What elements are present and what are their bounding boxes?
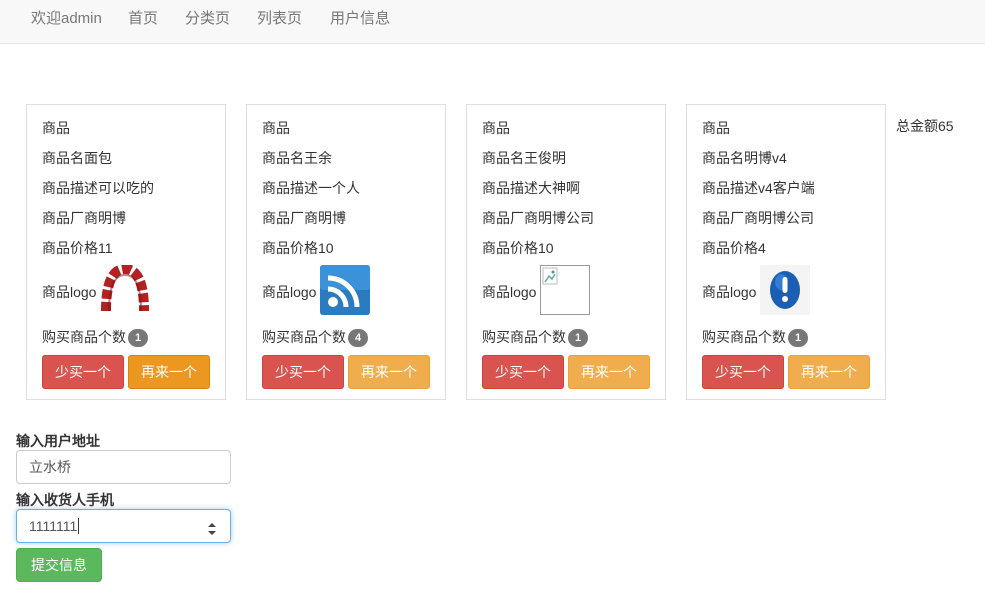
product-maker: 商品厂商明博	[262, 210, 346, 226]
purchase-count-badge: 1	[788, 329, 808, 347]
product-header: 商品	[702, 120, 730, 136]
buy-more-button[interactable]: 再来一个	[348, 355, 430, 389]
purchase-count-label: 购买商品个数	[702, 329, 786, 345]
product-header: 商品	[262, 120, 290, 136]
redmine-arch-icon	[100, 263, 150, 315]
phone-label: 输入收货人手机	[16, 492, 114, 508]
product-name: 商品名王余	[262, 150, 332, 166]
nav-list[interactable]: 列表页	[257, 0, 302, 38]
purchase-count-row: 购买商品个数 1	[482, 327, 588, 347]
number-spinner[interactable]	[206, 517, 218, 535]
purchase-count-badge: 1	[568, 329, 588, 347]
buy-less-button[interactable]: 少买一个	[42, 355, 124, 389]
address-input-value: 立水桥	[29, 459, 71, 475]
purchase-count-row: 购买商品个数 1	[42, 327, 148, 347]
buy-less-button[interactable]: 少买一个	[262, 355, 344, 389]
product-price: 商品价格4	[702, 240, 766, 256]
text-caret	[78, 518, 80, 534]
submit-button[interactable]: 提交信息	[16, 548, 102, 582]
purchase-count-label: 购买商品个数	[42, 329, 126, 345]
product-price: 商品价格11	[42, 240, 113, 256]
product-name: 商品名面包	[42, 150, 112, 166]
nav-welcome-admin[interactable]: 欢迎admin	[31, 0, 102, 38]
phone-input[interactable]: 1111111	[16, 509, 231, 543]
nav-user-info[interactable]: 用户信息	[330, 0, 390, 38]
product-name: 商品名王俊明	[482, 150, 566, 166]
nav-category[interactable]: 分类页	[185, 0, 230, 38]
product-card: 商品 商品名王俊明 商品描述大神啊 商品厂商明博公司 商品价格10 商品logo…	[466, 104, 666, 400]
product-card: 商品 商品名明博v4 商品描述v4客户端 商品厂商明博公司 商品价格4 商品lo…	[686, 104, 886, 400]
product-maker: 商品厂商明博公司	[482, 210, 594, 226]
rss-feed-icon	[320, 265, 370, 315]
product-logo-label: 商品logo	[482, 284, 537, 300]
product-description: 商品描述大神啊	[482, 180, 580, 196]
purchase-count-badge: 1	[128, 329, 148, 347]
product-maker: 商品厂商明博公司	[702, 210, 814, 226]
buy-more-button[interactable]: 再来一个	[788, 355, 870, 389]
total-amount: 总金额65	[896, 118, 954, 134]
purchase-count-row: 购买商品个数 1	[702, 327, 808, 347]
product-card: 商品 商品名面包 商品描述可以吃的 商品厂商明博 商品价格11 商品logo 购…	[26, 104, 226, 400]
nav-home[interactable]: 首页	[128, 0, 158, 38]
product-price: 商品价格10	[482, 240, 554, 256]
buy-more-button[interactable]: 再来一个	[128, 355, 210, 389]
product-header: 商品	[42, 120, 70, 136]
product-description: 商品描述一个人	[262, 180, 360, 196]
product-card: 商品 商品名王余 商品描述一个人 商品厂商明博 商品价格10 商品logo 购买…	[246, 104, 446, 400]
buy-less-button[interactable]: 少买一个	[702, 355, 784, 389]
address-input[interactable]: 立水桥	[16, 450, 231, 484]
spin-up-icon[interactable]	[208, 523, 216, 527]
top-navbar: 欢迎admin 首页 分类页 列表页 用户信息	[0, 0, 985, 44]
purchase-count-label: 购买商品个数	[482, 329, 566, 345]
purchase-count-label: 购买商品个数	[262, 329, 346, 345]
purchase-count-badge: 4	[348, 329, 368, 347]
product-header: 商品	[482, 120, 510, 136]
address-label: 输入用户地址	[16, 433, 100, 449]
buy-more-button[interactable]: 再来一个	[568, 355, 650, 389]
product-description: 商品描述可以吃的	[42, 180, 154, 196]
buy-less-button[interactable]: 少买一个	[482, 355, 564, 389]
broken-image-icon	[540, 265, 590, 315]
exclamation-info-icon	[760, 265, 810, 315]
product-logo-label: 商品logo	[42, 284, 97, 300]
product-description: 商品描述v4客户端	[702, 180, 815, 196]
spin-down-icon[interactable]	[208, 531, 216, 535]
product-logo-label: 商品logo	[702, 284, 757, 300]
product-logo-label: 商品logo	[262, 284, 317, 300]
product-price: 商品价格10	[262, 240, 334, 256]
product-name: 商品名明博v4	[702, 150, 787, 166]
phone-input-value: 1111111	[29, 518, 78, 534]
purchase-count-row: 购买商品个数 4	[262, 327, 368, 347]
product-maker: 商品厂商明博	[42, 210, 126, 226]
